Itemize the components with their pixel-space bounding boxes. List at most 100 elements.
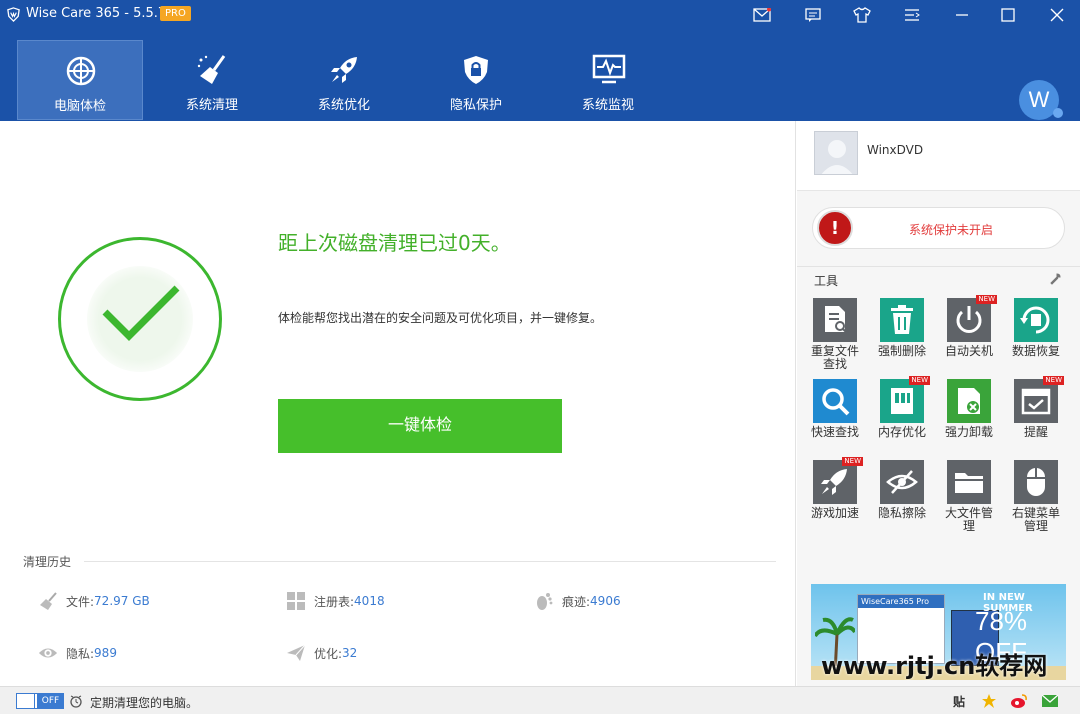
username: WinxDVD (867, 143, 924, 157)
user-avatar[interactable] (814, 131, 858, 175)
tab-pc-check[interactable]: 电脑体检 (17, 40, 143, 120)
tool-force-delete[interactable]: 强制删除 (869, 298, 935, 358)
stat-label: 隐私: (66, 646, 95, 661)
protection-status-text: 系统保护未开启 (909, 223, 994, 237)
alarm-clock-icon (70, 695, 82, 708)
tool-large-file-manager[interactable]: 大文件管理 (936, 460, 1002, 533)
shield-lock-icon (464, 56, 488, 84)
footprint-icon (534, 591, 554, 611)
stat-registry: 注册表: 4018 (286, 591, 385, 611)
scan-description: 体检能帮您找出潜在的安全问题及可优化项目，并一键修复。 (278, 311, 603, 325)
new-badge: NEW (909, 376, 930, 385)
pro-badge: PRO (160, 6, 191, 21)
tool-label: 数据恢复 (1011, 344, 1060, 358)
toggle-knob (17, 694, 35, 708)
tool-memory-optimize[interactable]: NEW 内存优化 (869, 376, 935, 439)
menu-icon[interactable] (897, 0, 927, 30)
account-letter: W (1028, 87, 1050, 112)
side-panel: WinxDVD ! 系统保护未开启 工具 重复文件查找 强制删除 NEW 自动关… (797, 121, 1080, 686)
stat-files: 文件: 72.97 GB (38, 591, 150, 611)
tool-auto-shutdown[interactable]: NEW 自动关机 (936, 295, 1002, 358)
pc-check-icon (66, 56, 96, 86)
mail-icon[interactable] (747, 0, 777, 30)
tool-privacy-erase[interactable]: 隐私擦除 (869, 460, 935, 520)
tool-game-boost[interactable]: NEW 游戏加速 (802, 457, 868, 520)
registry-icon (286, 591, 306, 611)
tool-label: 重复文件查找 (810, 344, 859, 371)
share-icon[interactable]: 贴 (950, 692, 968, 710)
tab-label: 系统监视 (581, 98, 634, 113)
scheduled-clean-toggle[interactable]: OFF (16, 693, 64, 709)
skin-icon[interactable] (847, 0, 877, 30)
main-panel: 距上次磁盘清理已过0天。 体检能帮您找出潜在的安全问题及可优化项目，并一键修复。… (0, 121, 796, 686)
user-box: WinxDVD (797, 121, 1080, 191)
share-label: 贴 (952, 694, 965, 709)
close-icon[interactable] (1042, 0, 1072, 30)
new-badge: NEW (842, 457, 863, 466)
broom-small-icon (38, 591, 58, 611)
magnifier-icon (813, 379, 857, 423)
tab-system-clean[interactable]: 系统清理 (149, 40, 275, 120)
duplicate-finder-icon (813, 298, 857, 342)
tools-title: 工具 (814, 274, 839, 288)
stat-value: 4906 (590, 594, 621, 608)
account-status-dot (1053, 108, 1063, 118)
wrench-icon[interactable] (1049, 273, 1061, 285)
tool-label: 提醒 (1023, 425, 1048, 439)
tool-context-menu-manager[interactable]: 右键菜单管理 (1003, 460, 1069, 533)
star-icon[interactable] (980, 692, 998, 710)
stat-label: 优化: (314, 646, 343, 661)
account-avatar[interactable]: W (1019, 80, 1063, 120)
eye-icon (38, 643, 58, 663)
tool-data-recovery[interactable]: 数据恢复 (1003, 298, 1069, 358)
stat-value: 989 (94, 646, 117, 660)
app-logo-icon (7, 7, 20, 22)
one-click-scan-button[interactable]: 一键体检 (278, 399, 562, 453)
app-window: Wise Care 365 - 5.5.7 PRO 电脑体检 系统清理 系统优化… (0, 0, 1080, 714)
weibo-icon[interactable] (1010, 692, 1028, 710)
tab-privacy[interactable]: 隐私保护 (413, 40, 539, 120)
stat-label: 痕迹: (562, 594, 591, 609)
tool-label: 游戏加速 (810, 506, 859, 520)
title-bar: Wise Care 365 - 5.5.7 PRO (0, 0, 1080, 30)
tool-quick-search[interactable]: 快速查找 (802, 379, 868, 439)
tool-label: 隐私擦除 (877, 506, 926, 520)
promo-banner[interactable]: WiseCare365 Pro IN NEW SUMMER 78% OFF (811, 584, 1066, 680)
tab-system-optimize[interactable]: 系统优化 (281, 40, 407, 120)
stat-label: 注册表: (314, 594, 355, 609)
broom-icon (197, 55, 226, 84)
tool-force-uninstall[interactable]: 强力卸载 (936, 379, 1002, 439)
recovery-icon (1014, 298, 1058, 342)
tab-label: 系统清理 (185, 98, 238, 113)
tool-reminder[interactable]: NEW 提醒 (1003, 376, 1069, 439)
maximize-icon[interactable] (993, 0, 1023, 30)
product-box: WiseCare365 Pro (857, 594, 945, 664)
history-title: 清理历史 (23, 555, 72, 569)
warning-shield-icon: ! (817, 210, 853, 246)
tab-label: 隐私保护 (449, 98, 502, 113)
status-text: 定期清理您的电脑。 (90, 696, 199, 710)
eye-slash-icon (880, 460, 924, 504)
trash-icon (880, 298, 924, 342)
stat-optimize: 优化: 32 (286, 643, 357, 663)
rocket-icon (331, 57, 357, 83)
monitor-icon (592, 54, 626, 84)
last-clean-headline: 距上次磁盘清理已过0天。 (278, 231, 511, 255)
health-status-circle (58, 237, 222, 401)
tool-label: 大文件管理 (944, 506, 993, 533)
feedback-icon[interactable] (798, 0, 828, 30)
protection-status-pill[interactable]: ! 系统保护未开启 (812, 207, 1065, 249)
calendar-check-icon: NEW (1014, 376, 1064, 423)
palm-tree-icon (815, 617, 855, 674)
tool-label: 强制删除 (877, 344, 926, 358)
app-title: Wise Care 365 - 5.5.7 (26, 6, 167, 21)
tool-label: 内存优化 (877, 425, 926, 439)
stat-value: 32 (342, 646, 358, 660)
email-icon[interactable] (1041, 692, 1059, 710)
paper-plane-icon (286, 643, 306, 663)
folder-icon (947, 460, 991, 504)
power-icon: NEW (947, 295, 997, 342)
minimize-icon[interactable] (947, 0, 977, 30)
tab-system-monitor[interactable]: 系统监视 (545, 40, 671, 120)
tool-duplicate-finder[interactable]: 重复文件查找 (802, 298, 868, 371)
